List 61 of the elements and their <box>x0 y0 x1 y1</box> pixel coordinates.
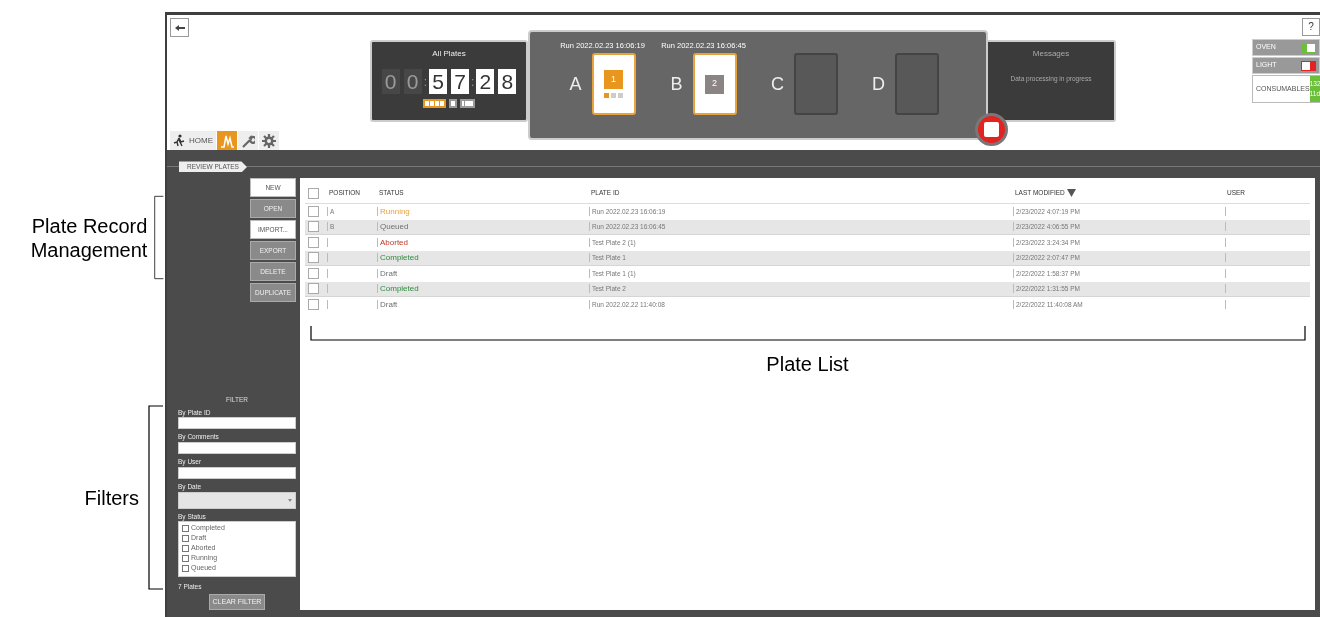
slot-letter: C <box>771 72 784 96</box>
timer-digit: 2 <box>476 69 495 94</box>
caret-icon <box>288 498 292 502</box>
plate-number: 2 <box>705 74 724 94</box>
layout-mode-button[interactable] <box>449 99 457 108</box>
timer-digit: 5 <box>429 69 447 94</box>
callout-label: Plate List <box>766 351 849 377</box>
wrench-icon <box>241 133 255 148</box>
input-field[interactable] <box>178 466 296 479</box>
row-checkbox[interactable] <box>308 252 319 264</box>
plate-card[interactable]: 2 <box>692 53 737 115</box>
nav-tab[interactable] <box>238 131 258 150</box>
panel-title: Messages <box>1031 48 1071 60</box>
back-arrow-icon <box>174 24 185 31</box>
empty-plate-slot[interactable] <box>895 53 939 115</box>
status-text: Completed <box>380 284 419 294</box>
slot-letter: D <box>872 72 885 96</box>
timer-digit: 0 <box>381 69 400 94</box>
select-all-checkbox[interactable] <box>308 187 319 199</box>
running-person-icon <box>173 133 187 148</box>
plate-number: 1 <box>604 70 623 89</box>
help-button[interactable]: ? <box>1302 18 1320 36</box>
timer-digit: 8 <box>498 69 517 94</box>
toggle-switch[interactable] <box>1301 60 1316 71</box>
callout-label: Plate Record Management <box>29 213 148 262</box>
nav-tab[interactable]: HOME <box>170 131 216 150</box>
nav-tab[interactable] <box>259 131 279 150</box>
status-text: Completed <box>380 253 419 263</box>
stop-icon <box>984 122 999 137</box>
timer-digit: 7 <box>451 69 469 94</box>
callout-label: Filters <box>84 485 139 510</box>
status-text: Draft <box>380 268 398 278</box>
peak-chart-icon <box>220 133 234 148</box>
settings-icon <box>262 133 276 148</box>
toggle-switch[interactable] <box>1301 42 1316 53</box>
input-field[interactable] <box>178 442 296 454</box>
row-checkbox[interactable] <box>308 283 319 295</box>
layout-mode-button[interactable] <box>460 99 475 108</box>
row-checkbox[interactable] <box>308 205 319 217</box>
input-field[interactable] <box>178 417 296 430</box>
slot-letter: A <box>569 72 582 96</box>
row-checkbox[interactable] <box>308 267 319 279</box>
slot-letter: B <box>670 72 683 96</box>
nav-tab[interactable] <box>217 131 237 150</box>
row-checkbox[interactable] <box>308 221 319 233</box>
stop-button[interactable] <box>975 113 1008 146</box>
status-text: Draft <box>380 299 398 309</box>
timer-digit: 0 <box>403 69 422 94</box>
status-text: Queued <box>380 222 409 232</box>
status-text: Running <box>380 206 410 216</box>
sort-descending-icon[interactable] <box>1066 189 1076 197</box>
back-button[interactable] <box>170 18 189 37</box>
layout-mode-button[interactable] <box>423 99 446 108</box>
time-separator: : <box>471 73 475 91</box>
empty-plate-slot[interactable] <box>794 53 838 115</box>
status-text: Aborted <box>380 237 409 247</box>
row-checkbox[interactable] <box>308 236 319 248</box>
time-separator: : <box>423 73 427 91</box>
date-dropdown[interactable] <box>178 491 296 509</box>
row-checkbox[interactable] <box>308 298 319 310</box>
panel-title: All Plates <box>432 48 466 60</box>
